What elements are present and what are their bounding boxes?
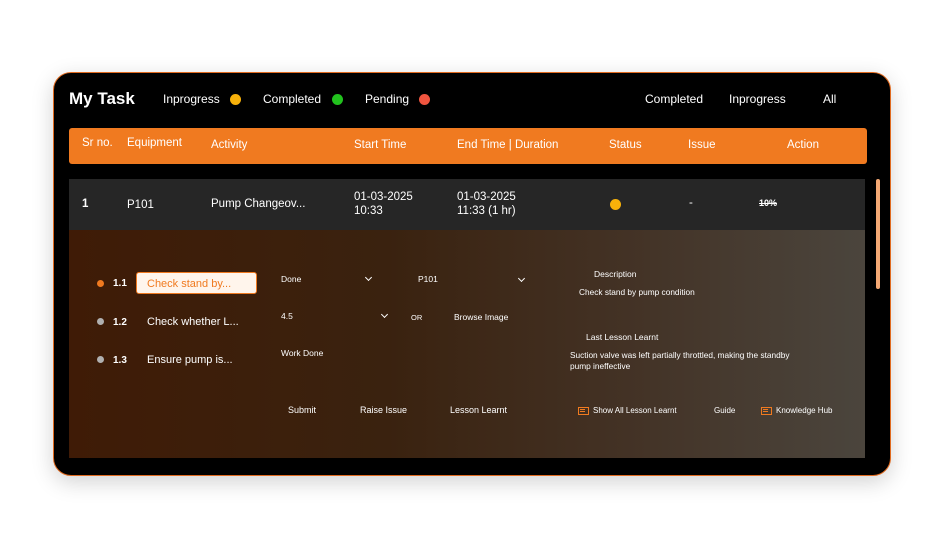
column-sr-no: Sr no. bbox=[82, 137, 113, 149]
last-lesson-text-line1: Suction valve was left partially throttl… bbox=[570, 350, 790, 360]
column-issue: Issue bbox=[688, 139, 716, 151]
list-icon bbox=[578, 407, 589, 415]
subtask-3-item[interactable]: Ensure pump is... bbox=[147, 354, 233, 366]
guide-button[interactable]: Guide bbox=[714, 406, 735, 415]
pending-status-dot-icon bbox=[419, 94, 430, 105]
knowledge-hub-button[interactable]: Knowledge Hub bbox=[776, 406, 832, 415]
filter-all[interactable]: All bbox=[823, 92, 836, 106]
submit-button[interactable]: Submit bbox=[288, 405, 316, 415]
page-title: My Task bbox=[69, 89, 135, 108]
row-sr-no: 1 bbox=[82, 198, 89, 210]
row-activity: Pump Changeov... bbox=[211, 198, 306, 210]
row-start-date: 01-03-2025 bbox=[354, 191, 413, 203]
filter-completed[interactable]: Completed bbox=[645, 92, 703, 106]
or-label: OR bbox=[411, 313, 423, 322]
subtask-2-dot-icon bbox=[97, 318, 104, 325]
table-row[interactable]: 1 P101 Pump Changeov... 01-03-2025 10:33… bbox=[69, 179, 865, 230]
scrollbar[interactable] bbox=[876, 179, 880, 289]
column-action: Action bbox=[787, 139, 819, 151]
column-end-time-duration: End Time | Duration bbox=[457, 139, 559, 151]
row-end-time: 11:33 (1 hr) bbox=[457, 205, 516, 217]
value-select-chevron-down-icon[interactable] bbox=[380, 310, 389, 319]
column-equipment: Equipment bbox=[127, 137, 182, 149]
filter-inprogress[interactable]: Inprogress bbox=[729, 92, 786, 106]
task-detail-panel: 1.1 Check stand by... 1.2 Check whether … bbox=[69, 230, 865, 458]
last-lesson-text-line2: pump ineffective bbox=[570, 361, 631, 371]
legend-inprogress-label: Inprogress bbox=[163, 92, 220, 106]
legend-pending-label: Pending bbox=[365, 92, 410, 106]
column-start-time: Start Time bbox=[354, 139, 407, 151]
book-icon bbox=[761, 407, 772, 415]
last-lesson-title: Last Lesson Learnt bbox=[586, 332, 659, 342]
row-issue: - bbox=[689, 197, 693, 209]
completed-status-dot-icon bbox=[332, 94, 343, 105]
work-done-label: Work Done bbox=[281, 348, 324, 358]
status-select[interactable]: Done bbox=[281, 274, 301, 284]
inprogress-status-dot-icon bbox=[230, 94, 241, 105]
task-panel: My Task Inprogress Completed Pending Com… bbox=[53, 72, 891, 476]
subtask-1-number: 1.1 bbox=[113, 278, 127, 289]
raise-issue-button[interactable]: Raise Issue bbox=[360, 405, 407, 415]
value-select[interactable]: 4.5 bbox=[281, 311, 293, 321]
lesson-learnt-button[interactable]: Lesson Learnt bbox=[450, 405, 507, 415]
subtask-1-dot-icon bbox=[97, 280, 104, 287]
equipment-select[interactable]: P101 bbox=[418, 274, 438, 284]
equipment-select-chevron-down-icon[interactable] bbox=[517, 274, 526, 283]
row-equipment: P101 bbox=[127, 199, 154, 211]
column-activity: Activity bbox=[211, 139, 248, 151]
row-action-progress[interactable]: 10% bbox=[759, 198, 777, 208]
status-select-chevron-down-icon[interactable] bbox=[364, 273, 373, 282]
browse-image-button[interactable]: Browse Image bbox=[454, 312, 508, 322]
row-status-dot-icon bbox=[610, 199, 621, 210]
description-text: Check stand by pump condition bbox=[579, 287, 695, 297]
row-end-date: 01-03-2025 bbox=[457, 191, 516, 203]
subtask-2-item[interactable]: Check whether L... bbox=[147, 316, 239, 328]
subtask-3-number: 1.3 bbox=[113, 355, 127, 366]
subtask-3-dot-icon bbox=[97, 356, 104, 363]
table-header: Sr no. Equipment Activity Start Time End… bbox=[69, 128, 867, 164]
legend-completed-label: Completed bbox=[263, 92, 322, 106]
row-start-time: 10:33 bbox=[354, 205, 383, 217]
show-all-lesson-learnt-button[interactable]: Show All Lesson Learnt bbox=[593, 406, 677, 415]
column-status: Status bbox=[609, 139, 642, 151]
subtask-2-number: 1.2 bbox=[113, 317, 127, 328]
subtask-1-item[interactable]: Check stand by... bbox=[136, 272, 257, 294]
description-title: Description bbox=[594, 269, 637, 279]
